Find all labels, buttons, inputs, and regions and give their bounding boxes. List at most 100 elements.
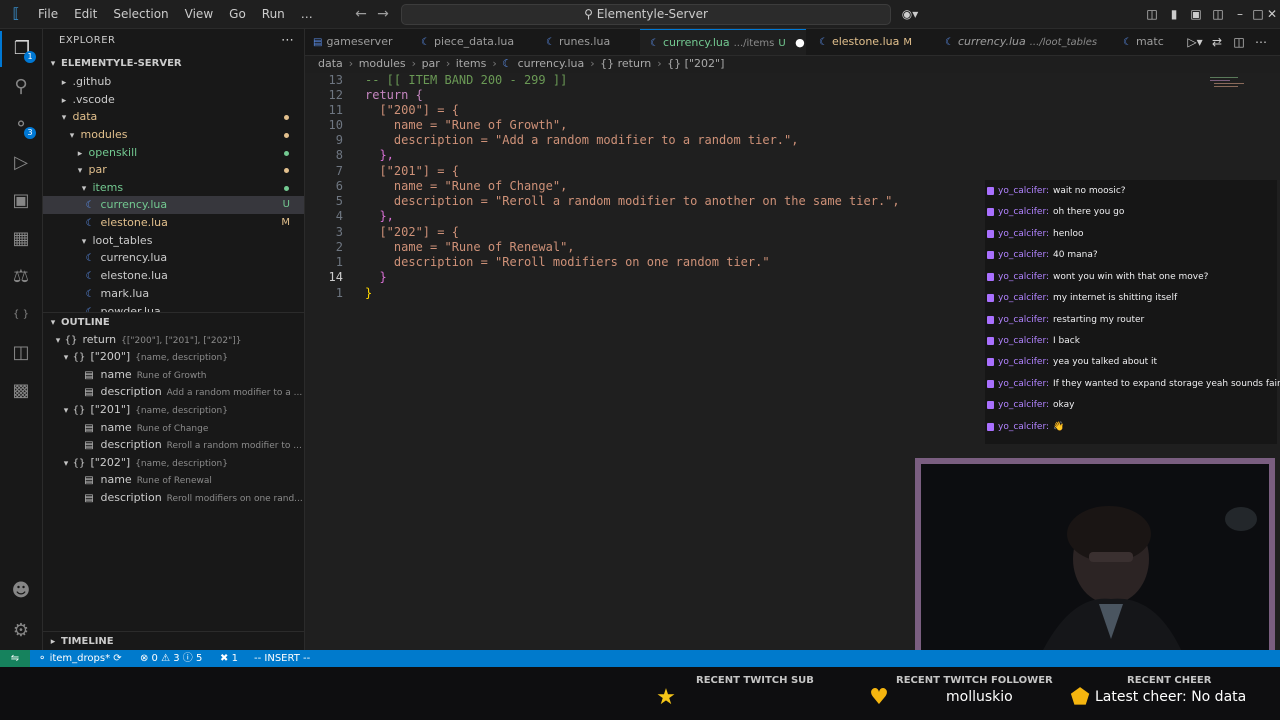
ports-status[interactable]: ✖ 1 xyxy=(220,650,238,667)
menu-go[interactable]: Go xyxy=(221,0,254,28)
toggle-panel-icon[interactable]: ▣ xyxy=(1186,4,1206,24)
run-icon[interactable]: ▷▾ xyxy=(1184,33,1206,51)
chat-message: yo_calcifer: okay xyxy=(987,395,1074,415)
menu-more[interactable]: … xyxy=(293,0,321,28)
object-symbol-icon: {} xyxy=(64,335,78,346)
more-actions-icon[interactable]: ⋯ xyxy=(1250,33,1272,51)
tree-item-par[interactable]: ▾ par xyxy=(43,161,304,179)
copilot-icon[interactable]: ◉▾ xyxy=(900,4,920,24)
code-line: ["202"] = { xyxy=(365,225,459,239)
tree-item-github[interactable]: ▸ .github xyxy=(43,73,304,91)
split-editor-icon[interactable]: ◫ xyxy=(1228,33,1250,51)
tree-item-currency-items[interactable]: ☾ currency.lua U xyxy=(43,196,304,214)
gear-icon[interactable]: ⚙ xyxy=(0,613,42,649)
container-icon[interactable]: ▩ xyxy=(0,373,42,409)
explorer-root-header[interactable]: ▾ ELEMENTYLE-SERVER xyxy=(43,54,304,74)
code-editor[interactable]: 13 12 11 10 9 8 7 6 5 4 3 2 1 14 1 -- [[… xyxy=(305,73,1280,660)
sub-badge-icon xyxy=(987,272,994,281)
compare-icon[interactable]: ⇄ xyxy=(1206,33,1228,51)
modified-dot xyxy=(284,115,289,120)
timeline-header[interactable]: ▸ TIMELINE xyxy=(43,631,304,650)
remote-indicator-icon[interactable]: ⇋ xyxy=(0,650,30,667)
code-line: } xyxy=(365,270,387,284)
sync-icon: ⟳ xyxy=(113,653,122,664)
run-debug-icon[interactable]: ▷ xyxy=(0,145,42,181)
testing-icon[interactable]: ⚖ xyxy=(0,259,42,295)
outline-item-name[interactable]: ▤ name Rune of Change xyxy=(43,419,304,437)
source-control-icon[interactable]: ⚬ xyxy=(0,107,42,143)
tree-item-elestone-items[interactable]: ☾ elestone.lua M xyxy=(43,214,304,232)
forward-arrow-icon[interactable]: → xyxy=(373,4,393,24)
tab-currency-loot[interactable]: ☾ currency.lua .../loot_tables xyxy=(945,29,1097,55)
recent-follower-title: RECENT TWITCH FOLLOWER xyxy=(896,675,1053,686)
explorer-icon[interactable]: ❐ xyxy=(0,31,42,67)
problems-status[interactable]: ⊗ 0 ⚠ 3 ⓘ 5 xyxy=(140,650,202,667)
tree-item-mark[interactable]: ☾ mark.lua xyxy=(43,285,304,303)
explorer-title: EXPLORER xyxy=(59,35,116,46)
outline-item-description[interactable]: ▤ description Add a random modifier to a … xyxy=(43,383,304,401)
tab-piece-data[interactable]: ☾ piece_data.lua xyxy=(421,29,514,55)
outline-item-description[interactable]: ▤ description Reroll a random modifier to… xyxy=(43,436,304,454)
outline-item-200[interactable]: ▾{} ["200"] {name, description} xyxy=(43,348,304,366)
string-symbol-icon: ▤ xyxy=(84,387,94,398)
outline-item-201[interactable]: ▾{} ["201"] {name, description} xyxy=(43,401,304,419)
menu-file[interactable]: File xyxy=(30,0,66,28)
minimize-icon[interactable]: – xyxy=(1230,4,1250,24)
outline-item-name[interactable]: ▤ name Rune of Renewal xyxy=(43,471,304,489)
close-icon[interactable]: ✕ xyxy=(1262,4,1280,24)
breadcrumb-data[interactable]: data xyxy=(318,57,343,70)
tree-item-loot-tables[interactable]: ▾ loot_tables xyxy=(43,232,304,250)
lua-file-icon: ☾ xyxy=(85,289,95,300)
more-actions-icon[interactable]: ⋯ xyxy=(281,33,294,48)
toggle-secondary-sidebar-icon[interactable]: ◫ xyxy=(1208,4,1228,24)
layout-icon[interactable]: ◫ xyxy=(1142,4,1162,24)
tab-gameserver[interactable]: ▤ gameserver xyxy=(313,29,392,55)
tab-matc[interactable]: ☾ matc xyxy=(1123,29,1164,55)
back-arrow-icon[interactable]: ← xyxy=(351,4,371,24)
tree-item-modules[interactable]: ▾ modules xyxy=(43,126,304,144)
menu-edit[interactable]: Edit xyxy=(66,0,105,28)
toggle-sidebar-icon[interactable]: ▮ xyxy=(1164,4,1184,24)
extensions-icon[interactable]: ▦ xyxy=(0,221,42,257)
remote-explorer-icon[interactable]: ▣ xyxy=(0,183,42,219)
chevron-down-icon: ▾ xyxy=(61,113,67,123)
unsaved-dot-icon[interactable]: ● xyxy=(795,36,805,49)
breadcrumb-202[interactable]: {} ["202"] xyxy=(667,57,724,70)
minimap[interactable] xyxy=(1210,75,1246,89)
menu-view[interactable]: View xyxy=(177,0,221,28)
tree-item-data[interactable]: ▾ data xyxy=(43,108,304,126)
tree-item-openskill[interactable]: ▸ openskill xyxy=(43,144,304,162)
branch-status[interactable]: ⚬ item_drops* ⟳ xyxy=(38,650,122,667)
json-icon[interactable]: { } xyxy=(0,297,42,333)
tree-item-items[interactable]: ▾ items xyxy=(43,179,304,197)
webcam-feed xyxy=(921,464,1269,654)
tree-item-vscode[interactable]: ▸ .vscode xyxy=(43,91,304,109)
line-number: 9 xyxy=(335,133,343,147)
code-line: ["201"] = { xyxy=(365,164,459,178)
command-center-search[interactable]: ⚲ Elementyle-Server xyxy=(401,4,891,25)
tab-elestone[interactable]: ☾ elestone.lua M xyxy=(819,29,912,55)
outline-item-description[interactable]: ▤ description Reroll modifiers on one ran… xyxy=(43,489,304,507)
menu-selection[interactable]: Selection xyxy=(105,0,176,28)
menu-run[interactable]: Run xyxy=(254,0,293,28)
breadcrumb-items[interactable]: items xyxy=(456,57,487,70)
outline-item-name[interactable]: ▤ name Rune of Growth xyxy=(43,366,304,384)
tree-item-currency-loot[interactable]: ☾ currency.lua xyxy=(43,249,304,267)
tree-item-elestone-loot[interactable]: ☾ elestone.lua xyxy=(43,267,304,285)
account-icon[interactable]: ☻ xyxy=(0,573,42,609)
breadcrumb-par[interactable]: par xyxy=(422,57,440,70)
breadcrumb-return[interactable]: {} return xyxy=(600,57,651,70)
breadcrumb-modules[interactable]: modules xyxy=(359,57,406,70)
outline-item-202[interactable]: ▾{} ["202"] {name, description} xyxy=(43,454,304,472)
tab-runes[interactable]: ☾ runes.lua xyxy=(546,29,610,55)
outline-header[interactable]: ▾ OUTLINE xyxy=(43,312,304,333)
string-symbol-icon: ▤ xyxy=(84,440,94,451)
sub-badge-icon xyxy=(987,293,994,302)
search-icon[interactable]: ⚲ xyxy=(0,69,42,105)
tab-currency-items[interactable]: ☾ currency.lua .../items U ● xyxy=(640,29,806,55)
database-icon[interactable]: ◫ xyxy=(0,335,42,371)
outline-item-return[interactable]: ▾{} return {["200"], ["201"], ["202"]} xyxy=(43,331,304,349)
lua-file-icon: ☾ xyxy=(819,37,828,48)
breadcrumb-file[interactable]: currency.lua xyxy=(518,57,585,70)
code-line: name = "Rune of Growth", xyxy=(365,118,568,132)
